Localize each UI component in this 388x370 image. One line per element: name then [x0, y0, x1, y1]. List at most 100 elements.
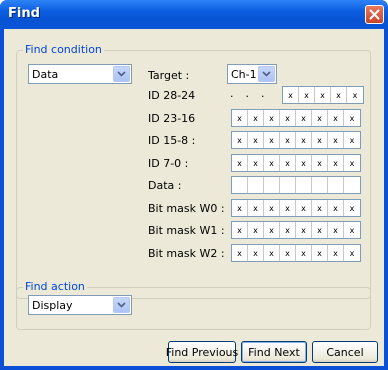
bit-cell[interactable]: x: [344, 222, 360, 238]
bit-cell[interactable]: x: [312, 245, 328, 261]
bit-cell[interactable]: x: [232, 132, 248, 148]
prefix-dot: .: [261, 87, 265, 100]
bit-cell[interactable]: x: [344, 200, 360, 216]
bit-field[interactable]: [231, 176, 361, 194]
bit-cell[interactable]: x: [344, 110, 360, 126]
dialog-body: Find condition Data Target : Ch-1 ID 28-…: [4, 29, 384, 366]
close-button[interactable]: [365, 5, 384, 24]
bit-field[interactable]: xxxxxxxx: [231, 109, 361, 127]
find-next-label: Find Next: [248, 345, 300, 359]
bit-cell[interactable]: x: [280, 245, 296, 261]
bit-cell[interactable]: x: [232, 200, 248, 216]
bit-cell[interactable]: x: [283, 87, 299, 103]
action-value: Display: [32, 298, 73, 312]
bit-cell[interactable]: x: [315, 87, 331, 103]
find-condition-legend: Find condition: [23, 43, 104, 56]
bit-cell[interactable]: x: [296, 110, 312, 126]
bit-cell[interactable]: [280, 177, 296, 193]
bit-cell[interactable]: x: [328, 245, 344, 261]
bit-cell[interactable]: x: [328, 110, 344, 126]
bit-cell[interactable]: x: [248, 132, 264, 148]
bit-cell[interactable]: x: [312, 132, 328, 148]
target-select[interactable]: Ch-1: [227, 64, 277, 84]
bit-cell[interactable]: x: [248, 245, 264, 261]
bit-cell[interactable]: x: [328, 200, 344, 216]
find-previous-button[interactable]: Find Previous: [165, 341, 239, 363]
chevron-down-icon: [113, 66, 130, 82]
bit-cell[interactable]: x: [280, 110, 296, 126]
cancel-button[interactable]: Cancel: [312, 341, 378, 363]
bit-cell[interactable]: x: [280, 155, 296, 171]
bit-cell[interactable]: [248, 177, 264, 193]
bit-cell[interactable]: [264, 177, 280, 193]
find-action-legend: Find action: [23, 280, 87, 293]
bit-cell[interactable]: x: [264, 110, 280, 126]
bit-field[interactable]: xxxxxxxx: [231, 199, 361, 217]
bit-cell[interactable]: [232, 177, 248, 193]
row-label: Bit mask W2 :: [148, 247, 225, 260]
bit-cell[interactable]: x: [232, 245, 248, 261]
bit-field[interactable]: xxxxxxxx: [231, 221, 361, 239]
bit-cell[interactable]: x: [264, 245, 280, 261]
target-label: Target :: [148, 69, 190, 82]
bit-cell[interactable]: x: [331, 87, 347, 103]
bit-cell[interactable]: x: [280, 132, 296, 148]
bit-cell[interactable]: x: [264, 222, 280, 238]
find-previous-label: Find Previous: [165, 345, 239, 359]
bit-cell[interactable]: x: [248, 155, 264, 171]
bit-cell[interactable]: x: [296, 245, 312, 261]
bit-cell[interactable]: x: [312, 200, 328, 216]
bit-cell[interactable]: x: [344, 132, 360, 148]
bit-cell[interactable]: x: [312, 155, 328, 171]
bit-cell[interactable]: x: [264, 155, 280, 171]
bit-cell[interactable]: x: [328, 155, 344, 171]
bit-cell[interactable]: x: [264, 200, 280, 216]
bit-cell[interactable]: [312, 177, 328, 193]
bit-cell[interactable]: x: [248, 200, 264, 216]
target-value: Ch-1: [231, 67, 257, 81]
title-bar[interactable]: Find: [0, 0, 388, 29]
bit-cell[interactable]: x: [280, 200, 296, 216]
id-prefix-dots: ...: [230, 87, 265, 100]
bit-cell[interactable]: x: [328, 132, 344, 148]
action-select[interactable]: Display: [28, 295, 132, 315]
bit-cell[interactable]: x: [299, 87, 315, 103]
bit-cell[interactable]: x: [232, 155, 248, 171]
prefix-dot: .: [230, 87, 234, 100]
row-label: ID 7-0 :: [148, 157, 189, 170]
bit-field[interactable]: xxxxxxxx: [231, 154, 361, 172]
bit-cell[interactable]: [328, 177, 344, 193]
bit-cell[interactable]: x: [347, 87, 363, 103]
find-next-button[interactable]: Find Next: [241, 341, 307, 363]
row-label: ID 23-16: [148, 112, 196, 125]
bit-cell[interactable]: x: [344, 155, 360, 171]
bit-cell[interactable]: [296, 177, 312, 193]
bit-field[interactable]: xxxxx: [282, 86, 364, 104]
bit-cell[interactable]: x: [312, 110, 328, 126]
bit-cell[interactable]: [344, 177, 360, 193]
bit-cell[interactable]: x: [328, 222, 344, 238]
bit-cell[interactable]: x: [296, 222, 312, 238]
bit-field[interactable]: xxxxxxxx: [231, 131, 361, 149]
row-label: Bit mask W1 :: [148, 224, 225, 237]
row-label: Bit mask W0 :: [148, 202, 225, 215]
bit-field[interactable]: xxxxxxxx: [231, 244, 361, 262]
bit-cell[interactable]: x: [296, 155, 312, 171]
condition-type-value: Data: [32, 67, 59, 81]
bit-cell[interactable]: x: [248, 222, 264, 238]
row-label: Data :: [148, 179, 182, 192]
window-title: Find: [8, 6, 40, 21]
bit-cell[interactable]: x: [232, 222, 248, 238]
bit-cell[interactable]: x: [312, 222, 328, 238]
bit-cell[interactable]: x: [280, 222, 296, 238]
find-dialog: Find Find condition Data Target : Ch-1 I…: [0, 0, 388, 370]
bit-cell[interactable]: x: [296, 132, 312, 148]
close-icon: [369, 9, 380, 20]
bit-cell[interactable]: x: [264, 132, 280, 148]
condition-type-select[interactable]: Data: [28, 64, 132, 84]
bit-cell[interactable]: x: [296, 200, 312, 216]
bit-cell[interactable]: x: [344, 245, 360, 261]
bit-cell[interactable]: x: [248, 110, 264, 126]
bit-cell[interactable]: x: [232, 110, 248, 126]
chevron-down-icon: [113, 297, 130, 313]
